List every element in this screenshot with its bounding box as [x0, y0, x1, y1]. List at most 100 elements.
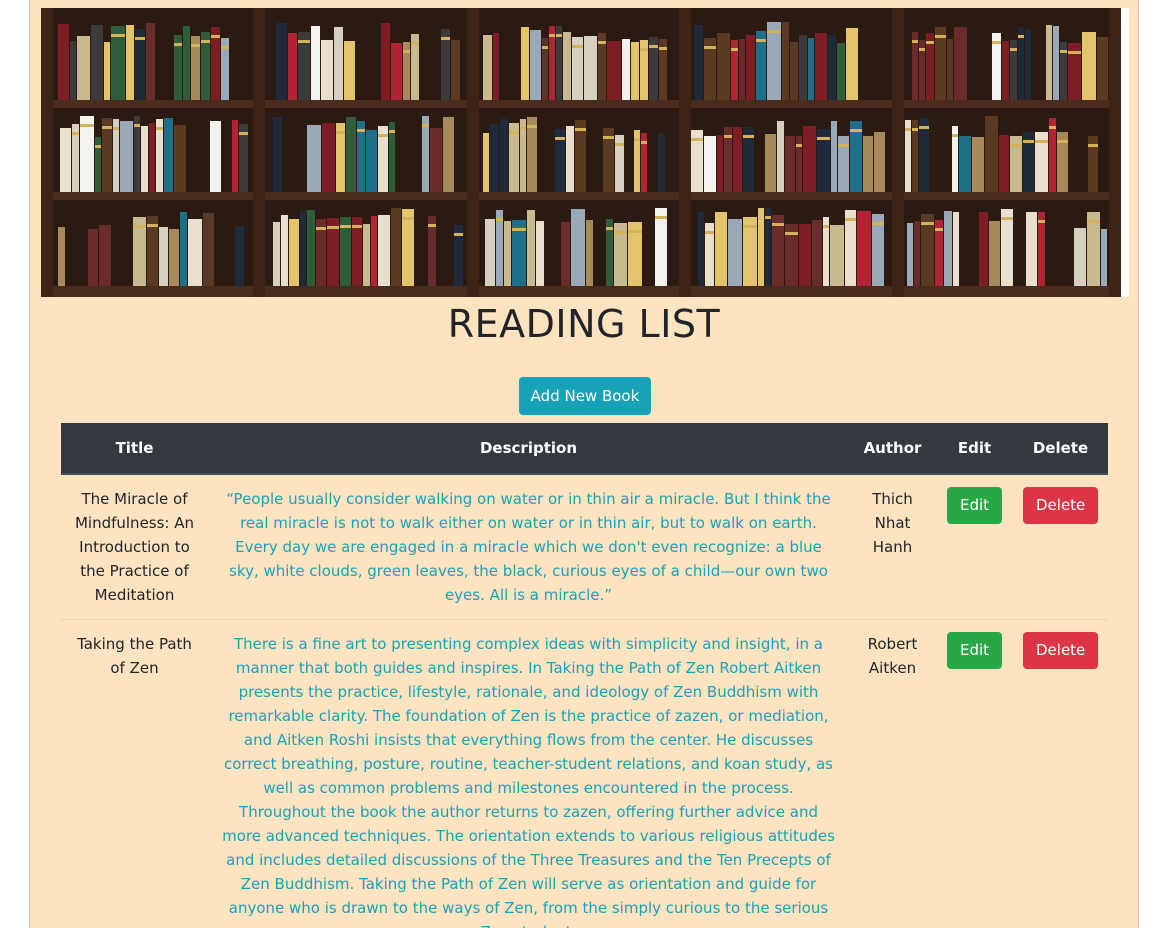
book-spine — [281, 215, 288, 286]
column-header-description: Description — [208, 423, 849, 475]
book-spine — [203, 213, 214, 286]
bookshelf-banner-image — [41, 8, 1129, 297]
edit-button[interactable]: Edit — [946, 632, 1003, 669]
book-spine — [728, 219, 742, 286]
book-spine — [815, 33, 827, 100]
book-spine-band — [838, 144, 849, 147]
book-spine-band — [102, 126, 112, 129]
book-spine-band — [767, 30, 781, 33]
book-spine — [695, 25, 703, 100]
page-container: READING LIST Add New Book Title Descript… — [29, 0, 1139, 928]
book-spine — [944, 211, 952, 286]
book-spine — [493, 33, 499, 100]
book-spine — [907, 223, 913, 286]
book-spine — [273, 117, 282, 192]
book-spine — [584, 36, 597, 100]
book-spine — [985, 116, 998, 192]
book-spine-band — [411, 42, 419, 45]
book-spine — [88, 229, 98, 286]
edit-button[interactable]: Edit — [946, 487, 1003, 524]
book-spine — [655, 208, 667, 286]
book-spine-band — [1060, 50, 1067, 53]
book-spine — [953, 212, 959, 286]
book-spine — [430, 128, 442, 192]
page-title: READING LIST — [447, 302, 721, 346]
book-spine — [1053, 26, 1059, 100]
column-header-author: Author — [849, 423, 936, 475]
book-spine — [164, 118, 173, 192]
book-spine — [102, 118, 112, 192]
book-spine — [496, 210, 503, 286]
book-spine-band — [336, 131, 345, 134]
book-spine — [311, 26, 320, 100]
book-spine-band — [221, 46, 229, 49]
book-spine-band — [352, 225, 362, 228]
book-spine — [607, 41, 621, 100]
book-spine — [391, 208, 401, 286]
book-spine — [188, 219, 202, 286]
book-spine — [321, 40, 333, 100]
shelf-upright — [253, 8, 265, 297]
book-spine-band — [704, 46, 716, 49]
book-spine-band — [845, 218, 856, 221]
book-spine — [1002, 41, 1009, 100]
book-title-cell: Taking the Path of Zen — [61, 619, 208, 928]
book-spine — [60, 128, 71, 192]
book-spine-band — [357, 129, 365, 132]
book-spine-band — [724, 135, 732, 138]
book-spine — [77, 36, 90, 100]
book-spine — [765, 208, 771, 286]
book-spine-band — [921, 222, 934, 225]
book-spine — [363, 224, 370, 286]
book-spine-band — [992, 41, 1001, 44]
book-spine — [837, 43, 845, 100]
book-spine-band — [935, 35, 946, 38]
book-spine-band — [772, 223, 784, 226]
book-spine — [808, 38, 814, 100]
book-spine — [381, 23, 390, 100]
book-spine — [159, 227, 168, 286]
edit-cell: Edit — [936, 619, 1013, 928]
book-spine — [300, 211, 306, 286]
book-spine-band — [634, 138, 640, 141]
book-spine-band — [1010, 144, 1022, 147]
book-spine-band — [572, 45, 583, 48]
book-spine-band — [555, 137, 565, 140]
delete-button[interactable]: Delete — [1023, 632, 1099, 669]
book-spine — [1046, 25, 1052, 100]
book-spine — [947, 39, 953, 100]
shelf-upright — [41, 8, 53, 297]
book-spine — [717, 33, 730, 100]
book-spine — [874, 132, 885, 192]
book-spine — [527, 117, 537, 192]
delete-button[interactable]: Delete — [1023, 487, 1099, 524]
book-spine-band — [850, 129, 862, 132]
book-spine — [485, 219, 495, 286]
book-spine-band — [628, 230, 642, 233]
book-spine — [169, 229, 179, 286]
book-spine — [919, 118, 929, 192]
book-spine — [777, 121, 784, 192]
add-new-book-button[interactable]: Add New Book — [519, 377, 651, 415]
book-spine — [183, 26, 190, 100]
book-spine-band — [952, 134, 958, 137]
book-spine-band — [1068, 51, 1081, 54]
book-spine — [1074, 228, 1086, 286]
book-spine-band — [919, 48, 925, 51]
book-spine — [334, 27, 343, 100]
book-spine-band — [147, 224, 158, 227]
book-spine — [483, 133, 489, 192]
book-spine — [739, 39, 745, 100]
book-spine-band — [598, 41, 606, 44]
book-spine-band — [428, 224, 436, 227]
bookshelf-illustration — [41, 8, 1121, 297]
book-spine-band — [111, 34, 125, 37]
book-spine-band — [133, 225, 146, 228]
book-spine-band — [785, 232, 798, 235]
book-spine-band — [72, 132, 79, 135]
book-spine — [180, 212, 187, 286]
book-spine-band — [520, 127, 526, 130]
book-spine — [658, 133, 665, 192]
reading-list-table: Title Description Author Edit Delete The… — [61, 423, 1108, 928]
table-row: Taking the Path of Zen There is a fine a… — [61, 619, 1108, 928]
